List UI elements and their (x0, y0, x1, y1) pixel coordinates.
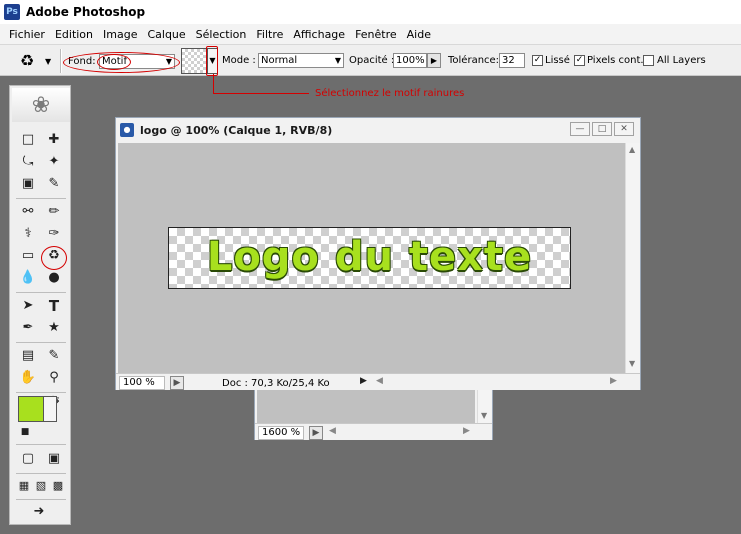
menu-filtre[interactable]: Filtre (251, 28, 288, 41)
move-tool-icon[interactable]: ✚ (43, 130, 65, 150)
maximize-icon[interactable]: □ (592, 122, 612, 136)
all-layers-checkbox[interactable] (643, 55, 654, 66)
minimize-icon[interactable]: — (570, 122, 590, 136)
menu-aide[interactable]: Aide (402, 28, 436, 41)
doc-info: Doc : 70,3 Ko/25,4 Ko (222, 378, 330, 389)
brush-tool-icon[interactable]: ✏ (43, 202, 65, 222)
status-bar-main: 100 % ▶ Doc : 70,3 Ko/25,4 Ko ▶ ◀ ▶ (116, 373, 640, 390)
separator (16, 499, 66, 500)
tolerance-input[interactable]: 32 (499, 53, 525, 68)
path-selection-tool-icon[interactable]: ➤ (17, 296, 39, 316)
marquee-tool-icon[interactable]: □ (17, 130, 39, 150)
lisse-checkbox[interactable]: ✓ (532, 55, 543, 66)
annotation-line (213, 93, 309, 94)
all-layers-label: All Layers (657, 55, 706, 66)
pixels-cont-label: Pixels cont. (587, 55, 644, 66)
opacity-input[interactable]: 100% (393, 53, 427, 68)
pattern-highlight-box (206, 46, 218, 76)
eraser-tool-icon[interactable]: ▭ (17, 246, 39, 266)
pen-tool-icon[interactable]: ✒ (17, 318, 39, 338)
scroll-left-icon[interactable]: ◀ (329, 426, 336, 436)
paint-bucket-highlight-ellipse (41, 246, 67, 270)
chevron-up-icon[interactable]: ▲ (629, 145, 635, 154)
chevron-down-icon[interactable]: ▼ (629, 359, 635, 368)
annotation-line (213, 74, 214, 94)
annotation-text: Sélectionnez le motif rainures (315, 88, 465, 99)
dodge-tool-icon[interactable]: ● (43, 268, 65, 288)
zoom-tool-icon[interactable]: ⚲ (43, 368, 65, 388)
toolbox: ❀ □ ✚ ⤿ ✦ ▣ ✎ ⚯ ✏ ⚕ ✑ ▭ ♻ 💧 ● ➤ T ✒ ★ ▤ … (9, 85, 71, 525)
logo-text: Logo du texte (206, 234, 533, 280)
status-arrow-icon[interactable]: ▶ (360, 376, 367, 386)
menu-selection[interactable]: Sélection (191, 28, 252, 41)
separator (16, 198, 66, 199)
status-menu-icon[interactable]: ▶ (309, 426, 323, 440)
clone-stamp-tool-icon[interactable]: ⚕ (17, 224, 39, 244)
document-titlebar[interactable]: ● logo @ 100% (Calque 1, RVB/8) — □ ✕ (116, 118, 640, 142)
app-titlebar: Ps Adobe Photoshop (0, 0, 741, 24)
history-brush-tool-icon[interactable]: ✑ (43, 224, 65, 244)
menu-fichier[interactable]: Fichier (4, 28, 50, 41)
document-title: logo @ 100% (Calque 1, RVB/8) (140, 123, 333, 137)
mode-select[interactable]: Normal ▼ (258, 53, 344, 68)
menu-bar: Fichier Edition Image Calque Sélection F… (0, 24, 741, 44)
chevron-down-icon: ▼ (334, 56, 341, 65)
opacity-label: Opacité : (349, 55, 395, 66)
menu-affichage[interactable]: Affichage (288, 28, 350, 41)
magic-wand-tool-icon[interactable]: ✦ (43, 152, 65, 172)
type-tool-icon[interactable]: T (43, 296, 65, 316)
scroll-left-icon[interactable]: ◀ (376, 376, 383, 386)
menu-calque[interactable]: Calque (142, 28, 190, 41)
tool-preset-arrow-icon[interactable]: ▼ (45, 57, 51, 66)
separator (16, 342, 66, 343)
jump-to-imageready-icon[interactable]: ➜ (28, 502, 50, 522)
healing-brush-tool-icon[interactable]: ⚯ (17, 202, 39, 222)
zoom-field[interactable]: 100 % (119, 376, 165, 390)
close-icon[interactable]: ✕ (614, 122, 634, 136)
scroll-right-icon[interactable]: ▶ (610, 376, 617, 386)
foreground-color-swatch[interactable] (18, 396, 44, 422)
opacity-slider-arrow-icon[interactable]: ▶ (427, 53, 441, 68)
separator (60, 49, 62, 73)
window-buttons: — □ ✕ (570, 122, 634, 136)
full-screen-mode-icon[interactable]: ▩ (47, 476, 69, 496)
zoom-field-back[interactable]: 1600 % (258, 426, 304, 440)
notes-tool-icon[interactable]: ▤ (17, 346, 39, 366)
lisse-label: Lissé (545, 55, 570, 66)
separator (16, 444, 66, 445)
separator (16, 473, 66, 474)
quick-mask-mode-icon[interactable]: ▣ (43, 449, 65, 469)
motif-highlight-ellipse (97, 54, 131, 70)
status-bar-back: 1600 % ▶ ◀ ▶ (255, 423, 492, 440)
vertical-scrollbar[interactable]: ▲ ▼ (625, 143, 640, 373)
blur-tool-icon[interactable]: 💧 (17, 268, 39, 288)
status-menu-icon[interactable]: ▶ (170, 376, 184, 390)
paint-bucket-icon[interactable]: ♻ (16, 51, 38, 71)
slice-tool-icon[interactable]: ✎ (43, 174, 65, 194)
feather-icon: ❀ (12, 88, 70, 122)
canvas-image[interactable]: Logo du texte (168, 227, 571, 289)
default-colors-icon[interactable]: ■ (14, 422, 36, 442)
photoshop-icon: Ps (4, 4, 20, 20)
mode-value: Normal (261, 55, 298, 66)
app-title: Adobe Photoshop (26, 5, 146, 19)
pixels-cont-checkbox[interactable]: ✓ (574, 55, 585, 66)
standard-mode-icon[interactable]: ▢ (17, 449, 39, 469)
menu-image[interactable]: Image (98, 28, 142, 41)
menu-fenetre[interactable]: Fenêtre (350, 28, 402, 41)
lasso-tool-icon[interactable]: ⤿ (17, 152, 39, 172)
crop-tool-icon[interactable]: ▣ (17, 174, 39, 194)
separator (16, 292, 66, 293)
mode-label: Mode : (222, 55, 256, 66)
custom-shape-tool-icon[interactable]: ★ (43, 318, 65, 338)
hand-tool-icon[interactable]: ✋ (17, 368, 39, 388)
scroll-right-icon[interactable]: ▶ (463, 426, 470, 436)
tolerance-label: Tolérance: (448, 55, 500, 66)
pattern-swatch[interactable] (181, 48, 207, 74)
eyedropper-tool-icon[interactable]: ✎ (43, 346, 65, 366)
document-icon: ● (120, 123, 134, 137)
chevron-down-icon[interactable]: ▼ (481, 411, 487, 420)
menu-edition[interactable]: Edition (50, 28, 98, 41)
